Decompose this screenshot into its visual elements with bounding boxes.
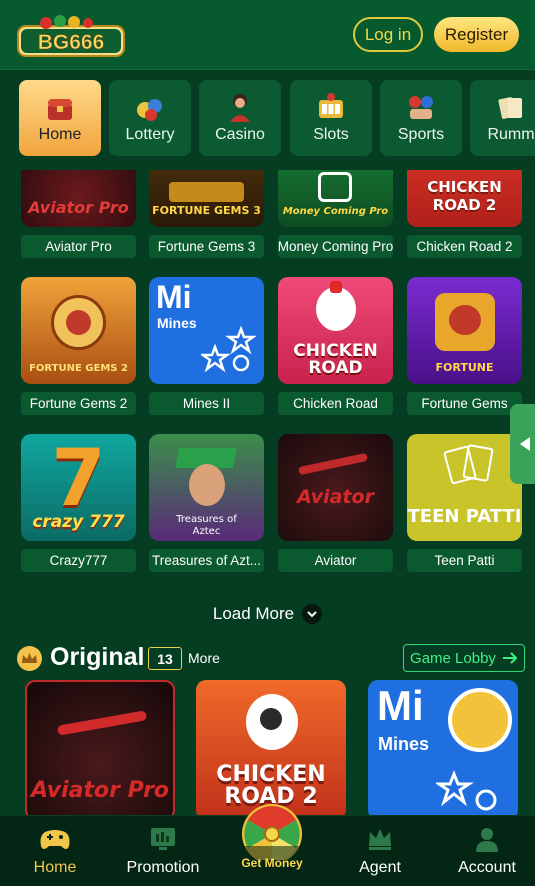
- game-title: Treasures of Azt...: [149, 549, 264, 572]
- stars-decoration: [201, 325, 257, 373]
- original-game-card[interactable]: Aviator Pro: [25, 680, 175, 820]
- arrow-right-icon: [502, 652, 518, 664]
- nav-home[interactable]: Home: [5, 816, 105, 886]
- game-card[interactable]: 7 crazy 777 Crazy777: [21, 434, 136, 572]
- login-button[interactable]: Log in: [353, 17, 423, 52]
- game-grid: Aviator Pro Aviator Pro FORTUNE GEMS 3 F…: [0, 170, 535, 600]
- category-tabs: Home Lottery Casino Slots Sports Rumm: [0, 72, 535, 168]
- game-thumbnail[interactable]: CHICKEN ROAD: [278, 277, 393, 384]
- original-section-header: Original 13 More Game Lobby: [0, 640, 535, 676]
- game-title: Chicken Road 2: [407, 235, 522, 258]
- game-card[interactable]: TEEN PATTI Teen Patti: [407, 434, 522, 572]
- nav-agent[interactable]: Agent: [330, 816, 430, 886]
- tab-lottery[interactable]: Lottery: [109, 80, 191, 156]
- game-thumbnail[interactable]: Treasures of Aztec: [149, 434, 264, 541]
- tab-casino[interactable]: Casino: [199, 80, 281, 156]
- section-title: Original: [50, 643, 145, 671]
- game-lobby-label: Game Lobby: [410, 649, 496, 667]
- nav-account[interactable]: Account: [437, 816, 535, 886]
- tab-sports[interactable]: Sports: [380, 80, 462, 156]
- slots-icon: [319, 93, 343, 118]
- game-card[interactable]: FORTUNE GEMS 2 Fortune Gems 2: [21, 277, 136, 415]
- gamepad-icon: [40, 830, 70, 849]
- game-thumbnail[interactable]: FORTUNE GEMS 3: [149, 170, 264, 227]
- chevron-down-icon: [302, 604, 323, 624]
- promotion-icon: [151, 828, 175, 850]
- game-title: Teen Patti: [407, 549, 522, 572]
- tab-slots[interactable]: Slots: [290, 80, 372, 156]
- tab-label: Sports: [397, 126, 445, 143]
- tab-label: Casino: [215, 126, 265, 143]
- register-button[interactable]: Register: [434, 17, 519, 52]
- game-thumbnail[interactable]: FORTUNE GEMS 2: [21, 277, 136, 384]
- sports-icon: [409, 96, 433, 119]
- nav-get-money[interactable]: Get Money: [236, 800, 308, 870]
- side-panel-toggle[interactable]: [510, 404, 535, 484]
- stars-decoration: [436, 769, 497, 811]
- game-lobby-button[interactable]: Game Lobby: [403, 644, 525, 672]
- tab-home[interactable]: Home: [19, 80, 101, 156]
- tab-label: Lottery: [125, 126, 175, 143]
- lottery-balls-icon: [137, 99, 162, 121]
- game-thumbnail[interactable]: CHICKEN ROAD 2: [407, 170, 522, 227]
- casino-dealer-icon: [230, 94, 250, 122]
- nav-label: Agent: [359, 859, 401, 876]
- crown-icon: [369, 829, 391, 850]
- load-more-button[interactable]: Load More: [0, 600, 535, 628]
- chevron-left-icon: [520, 437, 530, 451]
- game-thumbnail[interactable]: 7 crazy 777: [21, 434, 136, 541]
- original-game-card[interactable]: Mi Mines: [368, 680, 518, 820]
- nav-label: Home: [33, 859, 77, 876]
- nav-label: Account: [458, 859, 516, 876]
- more-link[interactable]: More: [188, 650, 220, 666]
- original-game-card[interactable]: CHICKEN ROAD 2: [196, 680, 346, 820]
- game-card[interactable]: CHICKEN ROAD 2 Chicken Road 2: [407, 170, 522, 258]
- game-count-badge: 13: [148, 647, 182, 670]
- game-title: Crazy777: [21, 549, 136, 572]
- user-icon: [476, 828, 498, 852]
- app-root: BG666 Log in Register Home Lottery Casin…: [0, 0, 535, 886]
- game-card[interactable]: FORTUNE Fortune Gems: [407, 277, 522, 415]
- tab-label: Slots: [313, 126, 349, 143]
- prize-wheel-icon: [236, 804, 308, 864]
- tab-label: Rumm: [487, 126, 535, 143]
- game-title: Money Coming Pro: [278, 235, 393, 258]
- game-title: Chicken Road: [278, 392, 393, 415]
- game-title: Mines II: [149, 392, 264, 415]
- nav-label: Promotion: [126, 859, 200, 876]
- game-thumbnail[interactable]: Mi Mines: [149, 277, 264, 384]
- nav-promotion[interactable]: Promotion: [113, 816, 213, 886]
- game-thumbnail[interactable]: Aviator: [278, 434, 393, 541]
- tab-rummy[interactable]: Rumm: [470, 80, 535, 156]
- game-card[interactable]: CHICKEN ROAD Chicken Road: [278, 277, 393, 415]
- top-header: BG666 Log in Register: [0, 0, 535, 70]
- original-games-row: Aviator Pro CHICKEN ROAD 2 Mi Mines: [0, 680, 535, 820]
- crown-badge-icon: [17, 646, 42, 671]
- svg-text:BG666: BG666: [38, 31, 105, 54]
- game-title: Aviator Pro: [21, 235, 136, 258]
- game-thumbnail[interactable]: FORTUNE: [407, 277, 522, 384]
- rummy-cards-icon: [498, 97, 522, 119]
- game-card[interactable]: Treasures of Aztec Treasures of Azt...: [149, 434, 264, 572]
- game-title: Fortune Gems: [407, 392, 522, 415]
- game-card[interactable]: Money Coming Pro Money Coming Pro: [278, 170, 393, 258]
- game-thumbnail[interactable]: Aviator Pro: [21, 170, 136, 227]
- tab-label: Home: [38, 126, 82, 143]
- game-card[interactable]: Aviator Aviator: [278, 434, 393, 572]
- game-title: Fortune Gems 3: [149, 235, 264, 258]
- home-chest-icon: [48, 99, 72, 120]
- game-title: Aviator: [278, 549, 393, 572]
- load-more-label: Load More: [212, 604, 295, 623]
- game-card[interactable]: Aviator Pro Aviator Pro: [21, 170, 136, 258]
- game-thumbnail[interactable]: TEEN PATTI: [407, 434, 522, 541]
- bg666-logo[interactable]: BG666: [16, 14, 126, 58]
- game-title: Fortune Gems 2: [21, 392, 136, 415]
- game-card[interactable]: FORTUNE GEMS 3 Fortune Gems 3: [149, 170, 264, 258]
- nav-label: Get Money: [241, 856, 303, 870]
- game-thumbnail[interactable]: Money Coming Pro: [278, 170, 393, 227]
- game-card[interactable]: Mi Mines Mines II: [149, 277, 264, 415]
